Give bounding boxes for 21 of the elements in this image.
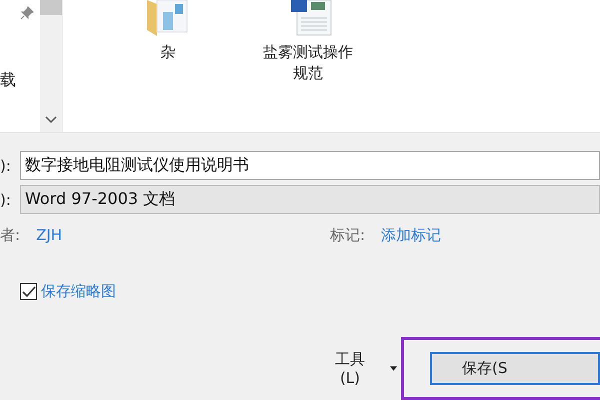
chevron-down-icon[interactable] xyxy=(45,116,57,124)
tools-button[interactable]: 工具(L) xyxy=(328,350,372,387)
author-link[interactable]: ZJH xyxy=(36,226,62,245)
file-name: 杂 xyxy=(160,42,176,63)
caret-icon xyxy=(390,366,397,371)
file-name: 盐雾测试操作规范 xyxy=(263,42,353,84)
field-label: ): xyxy=(0,190,12,208)
pin-icon xyxy=(20,6,34,20)
checkbox[interactable] xyxy=(20,283,37,300)
checkbox-label[interactable]: 保存缩略图 xyxy=(41,282,116,301)
scrollbar-thumb[interactable] xyxy=(40,0,62,15)
add-tag-link[interactable]: 添加标记 xyxy=(381,226,442,245)
save-button[interactable]: 保存(S xyxy=(430,352,600,385)
file-item[interactable]: 杂 xyxy=(113,0,223,132)
file-item[interactable]: 盐雾测试操作规范 xyxy=(253,0,363,132)
field-label: ): xyxy=(0,156,12,174)
filetype-dropdown[interactable]: Word 97-2003 文档 xyxy=(20,185,600,214)
filename-field[interactable]: 数字接地电阻测试仪使用说明书 xyxy=(20,151,600,180)
nav-item[interactable]: 载 xyxy=(0,70,16,91)
author-label: 者: xyxy=(0,226,20,245)
tags-label: 标记: xyxy=(330,226,366,245)
